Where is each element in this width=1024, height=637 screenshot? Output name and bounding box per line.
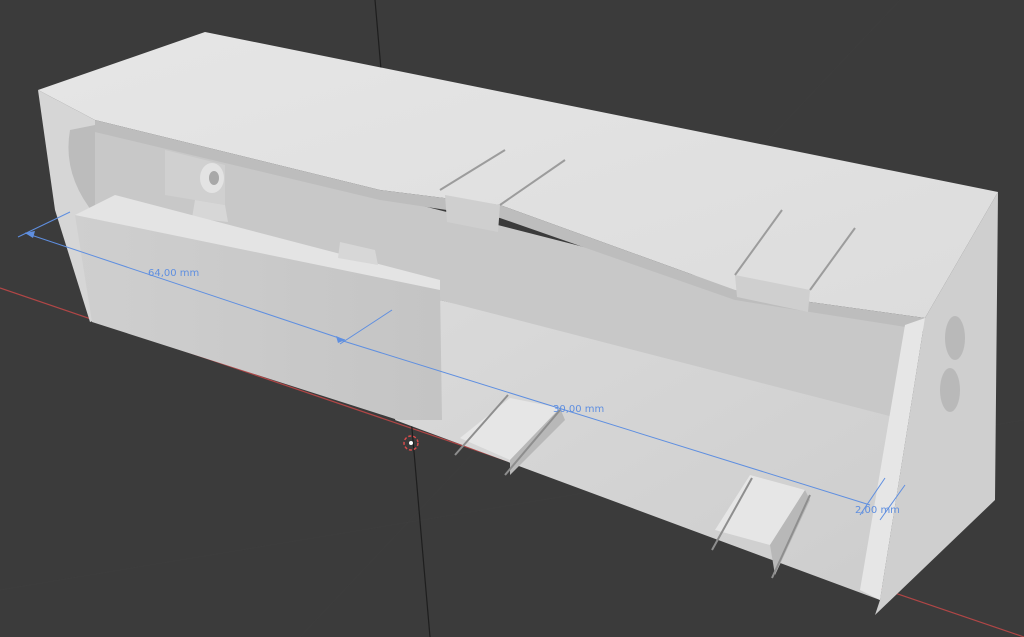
left-end-wall <box>38 90 95 322</box>
measure-arrow <box>25 231 35 238</box>
3d-cursor-icon[interactable] <box>403 435 419 451</box>
measure-label: 2,00 mm <box>855 505 900 516</box>
measure-label: 30,00 mm <box>553 404 604 415</box>
right-port-hole <box>940 368 960 412</box>
measure-label: 64,00 mm <box>148 268 199 279</box>
3d-viewport[interactable]: 64,00 mm 30,00 mm 2,00 mm <box>0 0 1024 637</box>
right-port-hole <box>945 316 965 360</box>
enclosure-model[interactable] <box>38 32 998 615</box>
